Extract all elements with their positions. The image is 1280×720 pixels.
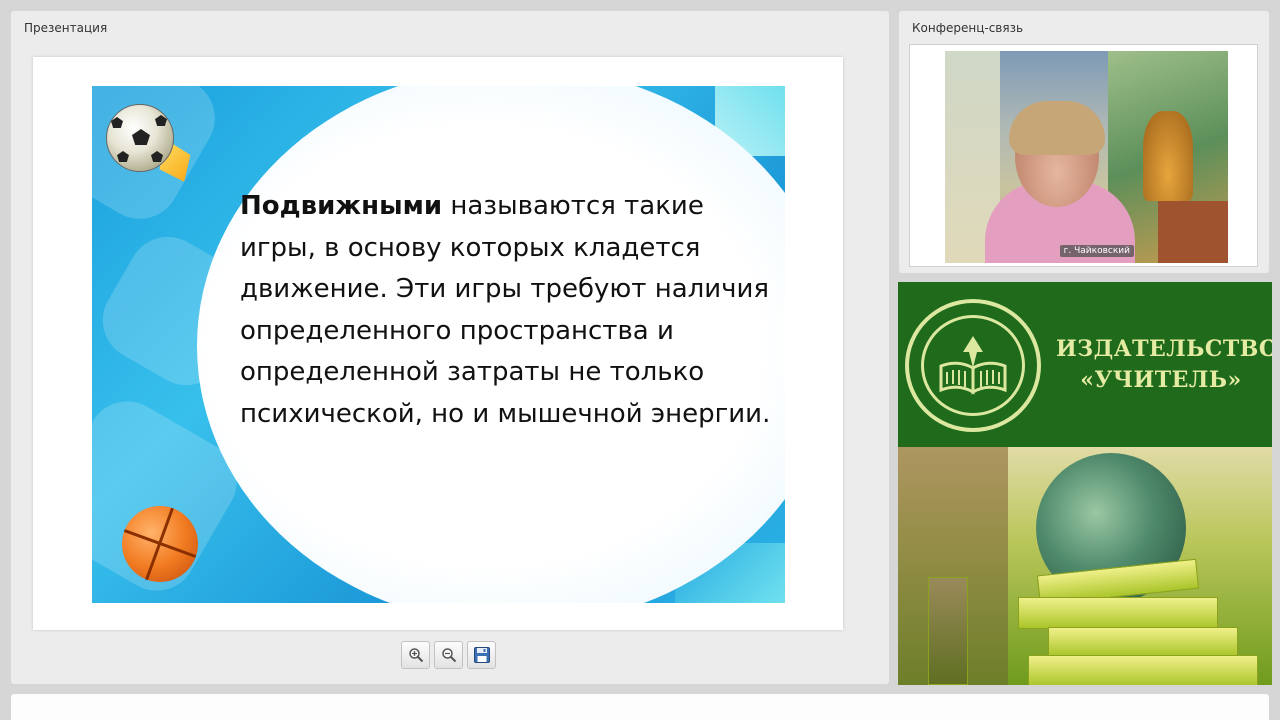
publisher-name-line1: ИЗДАТЕЛЬСТВО — [1056, 336, 1272, 362]
speaker-figure — [1009, 101, 1105, 155]
soccer-ball-image — [106, 104, 174, 172]
video-background — [1143, 111, 1193, 201]
zoom-out-button[interactable] — [434, 641, 463, 669]
publisher-logo-inner — [921, 315, 1025, 416]
slide-toolbar — [401, 641, 496, 669]
publisher-logo — [905, 299, 1041, 432]
book-leaf-icon — [939, 335, 1007, 395]
banner-image — [898, 447, 1272, 685]
presentation-panel: Презентация Подвижными называются такие … — [11, 11, 889, 684]
save-icon — [473, 647, 490, 663]
participant-location-label: г. Чайковский — [1059, 245, 1134, 257]
bottom-panel — [11, 694, 1269, 720]
slide-viewer[interactable]: Подвижными называются такие игры, в осно… — [33, 57, 843, 630]
zoom-in-icon — [408, 648, 423, 663]
slide-text: Подвижными называются такие игры, в осно… — [240, 186, 780, 435]
book-image — [928, 577, 968, 685]
book-image — [1018, 597, 1218, 629]
book-image — [1048, 627, 1238, 657]
book-image — [1028, 655, 1258, 685]
conference-panel: Конференц-связь г. Чайковский — [899, 11, 1269, 273]
basketball-image — [122, 506, 198, 582]
presentation-title: Презентация — [24, 21, 108, 35]
save-button[interactable] — [467, 641, 496, 669]
banner-header: ИЗДАТЕЛЬСТВО «УЧИТЕЛЬ» — [898, 282, 1272, 447]
publisher-name-line2: «УЧИТЕЛЬ» — [1080, 367, 1242, 393]
slide: Подвижными называются такие игры, в осно… — [92, 86, 785, 603]
zoom-in-button[interactable] — [401, 641, 430, 669]
zoom-out-icon — [441, 648, 456, 663]
publisher-name: ИЗДАТЕЛЬСТВО «УЧИТЕЛЬ» — [1056, 334, 1272, 396]
video-background — [1158, 201, 1228, 263]
slide-text-bold: Подвижными — [240, 191, 443, 221]
conference-title: Конференц-связь — [912, 21, 1024, 35]
video-container: г. Чайковский — [909, 44, 1258, 267]
slide-text-body: называются такие игры, в основу которых … — [240, 191, 771, 429]
webcam-video[interactable]: г. Чайковский — [945, 51, 1228, 263]
publisher-banner[interactable]: ИЗДАТЕЛЬСТВО «УЧИТЕЛЬ» — [898, 282, 1272, 685]
